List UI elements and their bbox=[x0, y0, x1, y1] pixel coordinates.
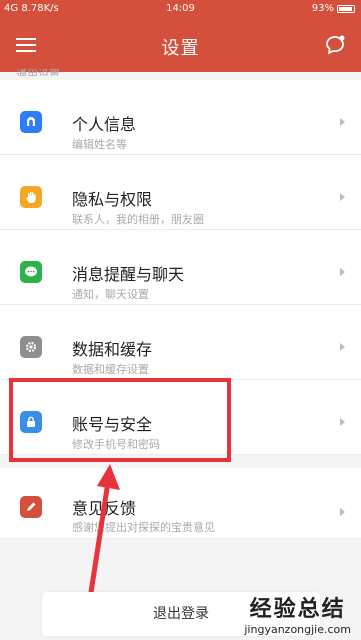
settings-item-title: 个人信息 bbox=[72, 115, 137, 134]
page-title: 设置 bbox=[161, 38, 200, 59]
settings-item-title: 账号与安全 bbox=[72, 415, 153, 434]
battery-percent: 93% bbox=[311, 3, 334, 14]
settings-item-title: 隐私与权限 bbox=[72, 190, 153, 209]
status-right: 93% bbox=[312, 3, 355, 14]
section-label: 通用设置 bbox=[16, 68, 60, 76]
settings-item-notifications[interactable]: 消息提醒与聊天 通知，聊天设置 bbox=[0, 230, 361, 305]
watermark: 经验总结 jingyanzongjie.com bbox=[244, 591, 351, 636]
app-header: 设置 bbox=[0, 18, 361, 72]
status-time: 14:09 bbox=[166, 3, 195, 14]
user-icon bbox=[20, 111, 42, 133]
settings-item-subtitle: 修改手机号和密码 bbox=[72, 438, 160, 451]
pencil-icon bbox=[20, 496, 42, 518]
settings-item-subtitle: 数据和缓存设置 bbox=[72, 363, 149, 376]
battery-icon bbox=[337, 4, 355, 13]
chevron-right-icon bbox=[340, 118, 345, 126]
message-icon bbox=[20, 261, 42, 283]
feedback-list: 意见反馈 感谢您提出对探探的宝贵意见 bbox=[0, 468, 361, 539]
settings-item-privacy[interactable]: 隐私与权限 联系人，我的相册，朋友圈 bbox=[0, 155, 361, 230]
status-bar: 4G 8.78K/s 14:09 93% bbox=[0, 0, 361, 18]
watermark-title: 经验总结 bbox=[249, 597, 346, 622]
hand-icon bbox=[20, 186, 42, 208]
chat-bubble-icon[interactable] bbox=[323, 33, 347, 57]
settings-item-subtitle: 通知，聊天设置 bbox=[72, 288, 149, 301]
chevron-right-icon bbox=[340, 268, 345, 276]
settings-item-data-cache[interactable]: 数据和缓存 数据和缓存设置 bbox=[0, 305, 361, 380]
chevron-right-icon bbox=[340, 508, 345, 516]
settings-item-subtitle: 感谢您提出对探探的宝贵意见 bbox=[72, 521, 215, 534]
chevron-right-icon bbox=[340, 343, 345, 351]
settings-item-title: 数据和缓存 bbox=[72, 340, 153, 359]
chevron-right-icon bbox=[340, 193, 345, 201]
lock-icon bbox=[20, 411, 42, 433]
settings-item-title: 消息提醒与聊天 bbox=[72, 265, 185, 284]
settings-item-feedback[interactable]: 意见反馈 感谢您提出对探探的宝贵意见 bbox=[0, 468, 361, 539]
settings-item-title: 意见反馈 bbox=[72, 499, 137, 518]
chevron-right-icon bbox=[340, 418, 345, 426]
settings-item-subtitle: 联系人，我的相册，朋友圈 bbox=[72, 213, 204, 226]
watermark-url: jingyanzongjie.com bbox=[244, 623, 351, 636]
settings-item-subtitle: 编辑姓名等 bbox=[72, 138, 127, 151]
gear-icon bbox=[20, 336, 42, 358]
settings-list: 个人信息 编辑姓名等 隐私与权限 联系人，我的相册，朋友圈 消息提醒与聊天 通知… bbox=[0, 80, 361, 455]
settings-item-profile[interactable]: 个人信息 编辑姓名等 bbox=[0, 80, 361, 155]
settings-item-account-security[interactable]: 账号与安全 修改手机号和密码 bbox=[0, 380, 361, 455]
